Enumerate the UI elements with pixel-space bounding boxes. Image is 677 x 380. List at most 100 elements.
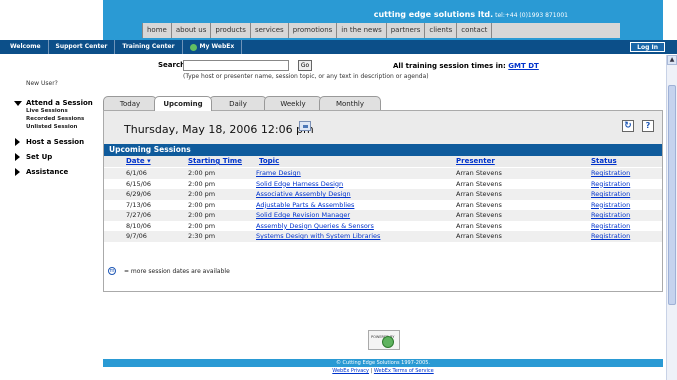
welcome-tab[interactable]: Welcome [10,40,49,54]
privacy-link[interactable]: WebEx Privacy [332,368,369,374]
row-date: 8/10/06 [126,221,152,230]
help-icon[interactable]: ? [642,120,654,132]
tab-daily[interactable]: Daily [209,96,267,111]
row-topic-link[interactable]: Adjustable Parts & Assemblies [256,201,354,209]
nav-home[interactable]: home [143,23,172,38]
row-presenter: Arran Stevens [456,211,502,219]
table-row: 6/1/06 2:00 pm Frame Design Arran Steven… [104,168,662,179]
row-topic-link[interactable]: Solid Edge Revision Manager [256,211,350,219]
webex-globe-icon [189,43,197,51]
setup-header[interactable]: Set Up [14,153,99,161]
row-registration-link[interactable]: Registration [591,201,630,209]
search-hint: (Type host or presenter name, session to… [183,73,429,80]
nav-contact[interactable]: contact [457,23,493,38]
table-row: 7/27/06 2:00 pm Solid Edge Revision Mana… [104,210,662,221]
scroll-up-arrow-icon[interactable]: ▲ [667,55,677,65]
date-bar: Thursday, May 18, 2006 12:06 pm ↻ ? [104,111,662,144]
row-presenter: Arran Stevens [456,190,502,198]
host-section: Host a Session [14,138,99,146]
col-topic[interactable]: Topic [259,157,279,165]
vertical-scrollbar[interactable]: ▲ [666,55,677,380]
expanded-triangle-icon [14,100,22,106]
row-time: 2:30 pm [188,232,216,240]
company-name: cutting edge solutions ltd. [373,10,494,19]
scroll-thumb[interactable] [668,85,676,305]
training-center-tab[interactable]: Training Center [115,40,183,54]
collapsed-triangle-icon [15,138,20,146]
refresh-icon[interactable]: ↻ [622,120,634,132]
nav-clients[interactable]: clients [425,23,458,38]
recorded-sessions-link[interactable]: Recorded Sessions [26,115,99,123]
column-headers: Date ▾ Starting Time Topic Presenter Sta… [104,156,662,167]
assistance-header[interactable]: Assistance [14,168,99,176]
row-topic-link[interactable]: Assembly Design Queries & Sensors [256,222,374,230]
company-title: cutting edge solutions ltd. tel:+44 (0)1… [374,10,568,19]
go-button[interactable]: Go [298,60,312,71]
tab-monthly[interactable]: Monthly [319,96,381,111]
nav-promotions[interactable]: promotions [288,23,338,38]
row-date: 6/1/06 [126,169,147,177]
left-sidebar: New User? Attend a Session Live Sessions… [14,80,99,183]
row-time: 2:00 pm [188,179,216,188]
tab-upcoming[interactable]: Upcoming [154,96,212,111]
row-registration-link[interactable]: Registration [591,180,630,188]
support-center-tab[interactable]: Support Center [49,40,116,54]
row-time: 2:00 pm [188,169,216,177]
calendar-icon[interactable] [299,121,311,131]
row-date: 9/7/06 [126,232,147,240]
footer-copyright: © Cutting Edge Solutions 1997-2005. [103,359,663,367]
row-registration-link[interactable]: Registration [591,222,630,230]
sessions-table: 6/1/06 2:00 pm Frame Design Arran Steven… [104,168,662,242]
live-sessions-link[interactable]: Live Sessions [26,107,99,115]
row-topic-link[interactable]: Systems Design with System Libraries [256,232,380,240]
nav-in-the-news[interactable]: in the news [337,23,387,38]
tab-weekly[interactable]: Weekly [264,96,322,111]
login-button[interactable]: Log In [630,42,665,52]
row-registration-link[interactable]: Registration [591,169,630,177]
nav-services[interactable]: services [250,23,289,38]
host-session-label: Host a Session [26,138,85,146]
company-phone: tel:+44 (0)1993 871001 [493,12,568,19]
new-user-link[interactable]: New User? [26,80,99,87]
row-registration-link[interactable]: Registration [591,232,630,240]
sessions-panel: Thursday, May 18, 2006 12:06 pm ↻ ? Upco… [103,110,663,292]
tab-today[interactable]: Today [103,96,157,111]
col-status[interactable]: Status [591,157,617,165]
row-presenter: Arran Stevens [456,221,502,230]
row-topic-link[interactable]: Solid Edge Harness Design [256,180,343,188]
search-input[interactable] [183,60,289,71]
unlisted-session-link[interactable]: Unlisted Session [26,123,99,131]
table-row: 6/15/06 2:00 pm Solid Edge Harness Desig… [104,179,662,190]
table-row: 7/13/06 2:00 pm Adjustable Parts & Assem… [104,200,662,211]
col-starting-time[interactable]: Starting Time [188,157,242,165]
nav-about-us[interactable]: about us [171,23,212,38]
col-presenter[interactable]: Presenter [456,157,495,165]
legend: m = more session dates are available [108,267,230,275]
nav-filler [492,23,621,38]
nav-products[interactable]: products [211,23,251,38]
row-time: 2:00 pm [188,211,216,219]
upcoming-sessions-heading: Upcoming Sessions [104,144,662,156]
timezone-link[interactable]: GMT DT [508,62,539,70]
row-date: 7/27/06 [126,211,152,219]
collapsed-triangle-icon [15,153,20,161]
attend-session-header[interactable]: Attend a Session [14,99,99,107]
my-webex-tab[interactable]: My WebEx [183,40,243,54]
view-tabs: Today Upcoming Daily Weekly Monthly [103,96,381,111]
terms-link[interactable]: WebEx Terms of Service [374,368,434,374]
row-topic-link[interactable]: Associative Assembly Design [256,190,351,198]
host-session-header[interactable]: Host a Session [14,138,99,146]
col-date[interactable]: Date ▾ [126,157,151,165]
table-row: 8/10/06 2:00 pm Assembly Design Queries … [104,221,662,232]
row-topic-link[interactable]: Frame Design [256,169,301,177]
row-registration-link[interactable]: Registration [591,211,630,219]
row-registration-link[interactable]: Registration [591,190,630,198]
current-date: Thursday, May 18, 2006 12:06 pm [124,123,314,136]
footer-links: WebEx Privacy | WebEx Terms of Service [103,368,663,374]
nav-partners[interactable]: partners [386,23,426,38]
row-time: 2:00 pm [188,200,216,209]
row-time: 2:00 pm [188,221,216,230]
my-webex-label: My WebEx [199,43,235,50]
row-presenter: Arran Stevens [456,200,502,209]
powered-by-webex-logo[interactable]: POWERED BY [368,330,400,350]
